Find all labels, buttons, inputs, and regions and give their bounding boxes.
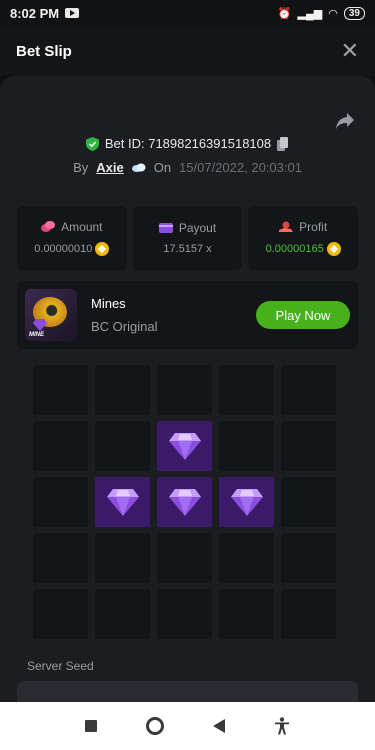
hidden-tile — [95, 365, 150, 415]
amount-header: Amount — [41, 220, 103, 234]
youtube-icon — [65, 8, 80, 18]
hidden-tile — [281, 533, 336, 583]
profit-stat: Profit 0.00000165 — [248, 206, 359, 270]
hidden-tile — [157, 589, 212, 639]
hidden-tile — [33, 533, 88, 583]
hidden-tile — [281, 477, 336, 527]
mines-game-thumbnail[interactable]: MINE — [25, 289, 77, 341]
bet-slip-header: Bet Slip ✕ — [0, 26, 375, 76]
hidden-tile — [157, 365, 212, 415]
hidden-tile — [281, 365, 336, 415]
diamond-icon — [33, 319, 47, 331]
hidden-tile — [33, 421, 88, 471]
bet-slip-sheet: Bet ID: 71898216391518108 By Axie On 15/… — [0, 76, 375, 702]
play-now-button[interactable]: Play Now — [256, 301, 350, 329]
wallet-icon — [158, 223, 173, 233]
bet-id: Bet ID: 71898216391518108 — [104, 136, 272, 151]
payout-stat: Payout 17.5157 x — [132, 206, 243, 270]
payout-header: Payout — [158, 221, 217, 235]
diamond-icon — [230, 489, 263, 516]
coins-icon — [41, 221, 56, 232]
username-link[interactable]: Axie — [96, 160, 123, 175]
status-time: 8:02 PM — [10, 5, 60, 21]
profit-value-row: 0.00000165 — [266, 242, 341, 256]
game-subtitle: BC Original — [91, 319, 158, 334]
revealed-gem-tile — [219, 477, 274, 527]
hidden-tile — [219, 421, 274, 471]
hidden-tile — [33, 589, 88, 639]
game-card: MINE Mines BC Original Play Now — [17, 281, 358, 349]
diamond-icon — [168, 433, 201, 460]
status-bar: 8:02 PM ⏰ ▂▄▆ ◠ 39 — [0, 0, 375, 26]
hidden-tile — [219, 533, 274, 583]
back-icon[interactable] — [213, 719, 226, 733]
payout-value-row: 17.5157 x — [163, 243, 211, 255]
hidden-tile — [95, 533, 150, 583]
by-label: By — [73, 160, 89, 175]
hidden-tile — [219, 589, 274, 639]
hidden-tile — [281, 589, 336, 639]
recent-apps-icon[interactable] — [84, 720, 97, 732]
hidden-tile — [95, 421, 150, 471]
amount-value: 0.00000010 — [34, 243, 93, 255]
cloud-icon — [131, 163, 146, 172]
profit-hand-icon — [279, 221, 294, 232]
page-title: Bet Slip — [16, 42, 72, 60]
copy-icon[interactable] — [277, 136, 289, 151]
game-name: Mines — [91, 296, 126, 311]
profit-value: 0.00000165 — [265, 243, 324, 255]
revealed-gem-tile — [95, 477, 150, 527]
amount-value-row: 0.00000010 — [34, 242, 110, 256]
hidden-tile — [219, 365, 274, 415]
accessibility-icon[interactable] — [274, 717, 290, 735]
alarm-icon: ⏰ — [277, 7, 292, 20]
bet-date: 15/07/2022, 20:03:01 — [179, 160, 302, 175]
thumbnail-label: MINE — [29, 332, 44, 338]
amount-label: Amount — [61, 220, 103, 234]
battery-icon: 39 — [343, 6, 365, 20]
status-icons: ⏰ ▂▄▆ ◠ 39 — [277, 6, 365, 20]
hidden-tile — [33, 365, 88, 415]
bcd-coin-icon — [326, 242, 341, 256]
bet-stats: Amount 0.00000010 Payout 17.5157 x Profi… — [17, 206, 359, 270]
server-seed-field[interactable] — [17, 681, 358, 702]
on-label: On — [153, 160, 172, 175]
hidden-tile — [281, 421, 336, 471]
server-seed-label: Server Seed — [27, 659, 94, 673]
android-nav-bar — [0, 702, 375, 750]
close-icon[interactable]: ✕ — [341, 40, 359, 62]
payout-label: Payout — [178, 221, 217, 235]
hidden-tile — [157, 533, 212, 583]
bet-id-row: Bet ID: 71898216391518108 — [0, 136, 375, 151]
game-info: Mines BC Original — [91, 296, 157, 334]
diamond-icon — [106, 489, 139, 516]
bet-author-row: By Axie On 15/07/2022, 20:03:01 — [0, 160, 375, 175]
revealed-gem-tile — [157, 477, 212, 527]
wifi-icon: ◠ — [328, 7, 338, 20]
mines-grid — [33, 365, 338, 639]
hidden-tile — [33, 477, 88, 527]
signal-icon: ▂▄▆ — [297, 7, 323, 20]
amount-stat: Amount 0.00000010 — [17, 206, 127, 270]
payout-value: 17.5157 x — [163, 243, 212, 255]
share-icon[interactable] — [335, 112, 355, 130]
bcd-coin-icon — [95, 242, 110, 256]
revealed-gem-tile — [157, 421, 212, 471]
shield-check-icon — [85, 136, 99, 151]
profit-label: Profit — [299, 220, 328, 234]
hidden-tile — [95, 589, 150, 639]
home-icon[interactable] — [145, 717, 164, 735]
diamond-icon — [168, 489, 201, 516]
profit-header: Profit — [279, 220, 327, 234]
